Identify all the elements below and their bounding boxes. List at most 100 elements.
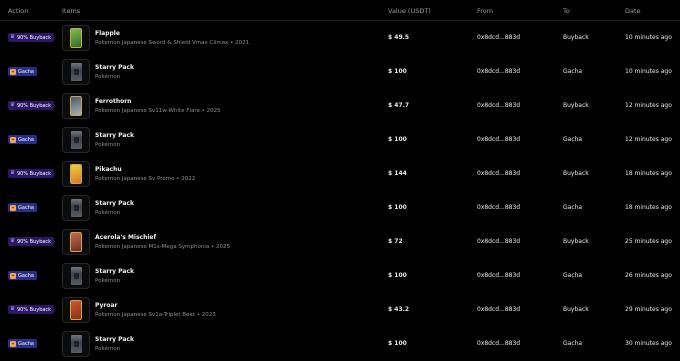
gacha-icon: ✦ [10,340,16,347]
from-address[interactable]: 0x8dcd...883d [477,136,520,143]
item-subtitle: Pokémon [95,210,121,216]
item-value: $ 144 [388,170,407,177]
gacha-badge[interactable]: ✦ Gacha [8,339,37,348]
starry-pack-image [71,131,82,149]
table-row[interactable]: ✦ Gacha Starry Pack Pokémon $ 100 0x8dcd… [0,327,680,361]
item-subtitle: Pokemon Japanese Sword & Shield Vmax Cli… [95,40,250,46]
to-destination: Gacha [563,136,583,143]
from-address[interactable]: 0x8dcd...883d [477,102,520,109]
table-row[interactable]: ✦ Gacha Starry Pack Pokémon $ 100 0x8dcd… [0,55,680,89]
buyback-icon: ♛ [10,237,15,244]
buyback-badge[interactable]: ♛ 90% Buyback [8,169,55,178]
item-subtitle: Pokémon [95,278,121,284]
buyback-badge[interactable]: ♛ 90% Buyback [8,101,55,110]
table-row[interactable]: ♛ 90% Buyback Acerola's Mischief Pokemon… [0,225,680,259]
gacha-badge[interactable]: ✦ Gacha [8,135,37,144]
to-destination: Buyback [563,306,589,313]
starry-pack-image [71,267,82,285]
gacha-icon: ✦ [10,272,16,279]
header-date[interactable]: Date [625,7,641,15]
item-value: $ 100 [388,136,407,143]
item-value: $ 100 [388,204,407,211]
table-row[interactable]: ✦ Gacha Starry Pack Pokémon $ 100 0x8dcd… [0,259,680,293]
item-thumbnail[interactable] [62,229,90,255]
item-subtitle: Pokémon [95,142,121,148]
buyback-icon: ♛ [10,305,15,312]
item-subtitle: Pokemon Japanese M1s-Mega Symphonia • 20… [95,244,230,250]
header-value[interactable]: Value (USDT) [388,7,431,15]
action-label: Gacha [18,136,34,143]
table-row[interactable]: ♛ 90% Buyback Pyroar Pokemon Japanese Sv… [0,293,680,327]
header-to[interactable]: To [563,7,570,15]
buyback-icon: ♛ [10,33,15,40]
action-label: 90% Buyback [16,238,52,245]
item-name[interactable]: Ferrothorn [95,98,131,105]
gacha-icon: ✦ [10,204,16,211]
timestamp: 30 minutes ago [625,340,672,347]
item-thumbnail[interactable] [62,331,90,357]
card-image [70,164,82,184]
card-image [70,300,82,320]
item-name[interactable]: Starry Pack [95,64,134,71]
from-address[interactable]: 0x8dcd...883d [477,68,520,75]
table-row[interactable]: ♛ 90% Buyback Flapple Pokemon Japanese S… [0,21,680,55]
to-destination: Buyback [563,102,589,109]
buyback-badge[interactable]: ♛ 90% Buyback [8,237,55,246]
item-name[interactable]: Flapple [95,30,120,37]
item-thumbnail[interactable] [62,195,90,221]
header-items[interactable]: Items [62,7,80,15]
item-name[interactable]: Acerola's Mischief [95,234,156,241]
item-thumbnail[interactable] [62,127,90,153]
item-subtitle: Pokémon [95,346,121,352]
item-value: $ 100 [388,272,407,279]
from-address[interactable]: 0x8dcd...883d [477,204,520,211]
item-thumbnail[interactable] [62,59,90,85]
from-address[interactable]: 0x8dcd...883d [477,238,520,245]
item-subtitle: Pokemon Japanese Sv11w-White Flare • 202… [95,108,221,114]
item-subtitle: Pokemon Japanese Sv1a-Triplet Beat • 202… [95,312,216,318]
item-thumbnail[interactable] [62,25,90,51]
action-label: Gacha [18,68,34,75]
from-address[interactable]: 0x8dcd...883d [477,272,520,279]
item-value: $ 100 [388,68,407,75]
item-name[interactable]: Pikachu [95,166,122,173]
item-subtitle: Pokémon [95,74,121,80]
starry-pack-image [71,63,82,81]
action-label: 90% Buyback [16,102,52,109]
item-name[interactable]: Starry Pack [95,200,134,207]
table-row[interactable]: ✦ Gacha Starry Pack Pokémon $ 100 0x8dcd… [0,191,680,225]
item-thumbnail[interactable] [62,93,90,119]
item-thumbnail[interactable] [62,263,90,289]
item-value: $ 72 [388,238,403,245]
gacha-badge[interactable]: ✦ Gacha [8,203,37,212]
gacha-badge[interactable]: ✦ Gacha [8,67,37,76]
from-address[interactable]: 0x8dcd...883d [477,34,520,41]
gacha-badge[interactable]: ✦ Gacha [8,271,37,280]
item-name[interactable]: Starry Pack [95,268,134,275]
action-label: Gacha [18,204,34,211]
item-name[interactable]: Pyroar [95,302,118,309]
buyback-badge[interactable]: ♛ 90% Buyback [8,305,55,314]
to-destination: Gacha [563,204,583,211]
item-subtitle: Pokemon Japanese Sv Promo • 2022 [95,176,196,182]
table-row[interactable]: ♛ 90% Buyback Pikachu Pokemon Japanese S… [0,157,680,191]
item-name[interactable]: Starry Pack [95,336,134,343]
buyback-badge[interactable]: ♛ 90% Buyback [8,33,55,42]
table-row[interactable]: ♛ 90% Buyback Ferrothorn Pokemon Japanes… [0,89,680,123]
item-name[interactable]: Starry Pack [95,132,134,139]
card-image [70,28,82,48]
to-destination: Gacha [563,272,583,279]
item-value: $ 47.7 [388,102,410,109]
from-address[interactable]: 0x8dcd...883d [477,306,520,313]
action-label: Gacha [18,340,34,347]
from-address[interactable]: 0x8dcd...883d [477,170,520,177]
timestamp: 18 minutes ago [625,204,672,211]
item-thumbnail[interactable] [62,161,90,187]
table-row[interactable]: ✦ Gacha Starry Pack Pokémon $ 100 0x8dcd… [0,123,680,157]
timestamp: 29 minutes ago [625,306,672,313]
card-image [70,96,82,116]
from-address[interactable]: 0x8dcd...883d [477,340,520,347]
header-action[interactable]: Action [8,7,28,15]
header-from[interactable]: From [477,7,493,15]
item-thumbnail[interactable] [62,297,90,323]
